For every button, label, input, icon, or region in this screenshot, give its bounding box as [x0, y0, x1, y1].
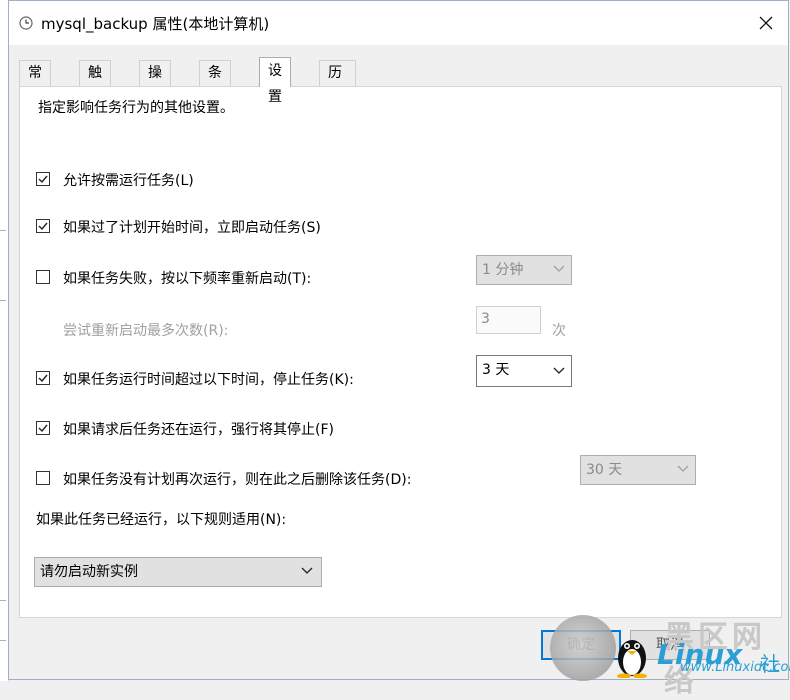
chevron-down-icon — [677, 465, 689, 472]
chevron-down-icon — [301, 567, 313, 574]
window-title: mysql_backup 属性(本地计算机) — [41, 15, 270, 33]
settings-panel: 指定影响任务行为的其他设置。 允许按需运行任务(L) 如果过了计划开始时间，立即… — [19, 86, 782, 618]
settings-description: 指定影响任务行为的其他设置。 — [38, 100, 234, 116]
delete-after-select[interactable]: 30 天 — [580, 455, 696, 485]
close-button[interactable] — [748, 7, 784, 39]
tab-actions[interactable]: 操作 — [139, 60, 171, 105]
tab-conditions[interactable]: 条件 — [199, 60, 231, 105]
allow-on-demand-label[interactable]: 允许按需运行任务(L) — [63, 170, 194, 190]
title-bar: mysql_backup 属性(本地计算机) — [9, 1, 788, 45]
run-asap-label[interactable]: 如果过了计划开始时间，立即启动任务(S) — [63, 217, 321, 237]
check-icon — [38, 175, 48, 184]
running-rule-label: 如果此任务已经运行，以下规则适用(N): — [36, 512, 287, 528]
tab-settings[interactable]: 设置 — [259, 57, 291, 105]
tab-history[interactable]: 历史记录(已禁用) — [319, 60, 357, 225]
stop-duration-select[interactable]: 3 天 — [476, 355, 572, 387]
restart-attempts-value: 3 — [481, 311, 490, 327]
chevron-down-icon — [553, 265, 565, 272]
close-icon — [759, 16, 773, 30]
run-asap-checkbox[interactable] — [36, 219, 50, 233]
delete-if-not-scheduled-checkbox[interactable] — [36, 471, 50, 485]
delete-after-value: 30 天 — [586, 462, 623, 478]
chevron-down-icon — [553, 367, 565, 374]
restart-attempts-input[interactable]: 3 — [476, 306, 541, 334]
clock-icon — [19, 16, 33, 30]
running-rule-select[interactable]: 请勿启动新实例 — [34, 557, 322, 587]
watermark-url: www.Linuxidc.com — [680, 660, 790, 675]
force-stop-label[interactable]: 如果请求后任务还在运行，强行将其停止(F) — [63, 419, 334, 439]
stop-duration-value: 3 天 — [482, 362, 510, 378]
restart-interval-value: 1 分钟 — [482, 262, 524, 278]
watermark-logo — [550, 615, 616, 681]
check-icon — [38, 424, 48, 433]
restart-attempts-unit: 次 — [552, 323, 566, 339]
check-icon — [38, 374, 48, 383]
stop-if-longer-checkbox[interactable] — [36, 371, 50, 385]
penguin-icon — [617, 640, 647, 678]
tab-triggers[interactable]: 触发器 — [79, 60, 111, 129]
restart-interval-select[interactable]: 1 分钟 — [476, 255, 572, 285]
properties-dialog: mysql_backup 属性(本地计算机) 常规 触发器 操作 条件 设置 历… — [8, 0, 789, 680]
stop-if-longer-label[interactable]: 如果任务运行时间超过以下时间，停止任务(K): — [63, 369, 354, 389]
check-icon — [38, 222, 48, 231]
restart-attempts-label: 尝试重新启动最多次数(R): — [63, 323, 229, 339]
tab-general[interactable]: 常规 — [19, 60, 51, 105]
force-stop-checkbox[interactable] — [36, 421, 50, 435]
restart-on-fail-checkbox[interactable] — [36, 270, 50, 284]
running-rule-value: 请勿启动新实例 — [40, 564, 138, 580]
allow-on-demand-checkbox[interactable] — [36, 172, 50, 186]
restart-on-fail-label[interactable]: 如果任务失败，按以下频率重新启动(T): — [63, 268, 311, 288]
delete-if-not-scheduled-label[interactable]: 如果任务没有计划再次运行，则在此之后删除该任务(D): — [63, 469, 411, 489]
